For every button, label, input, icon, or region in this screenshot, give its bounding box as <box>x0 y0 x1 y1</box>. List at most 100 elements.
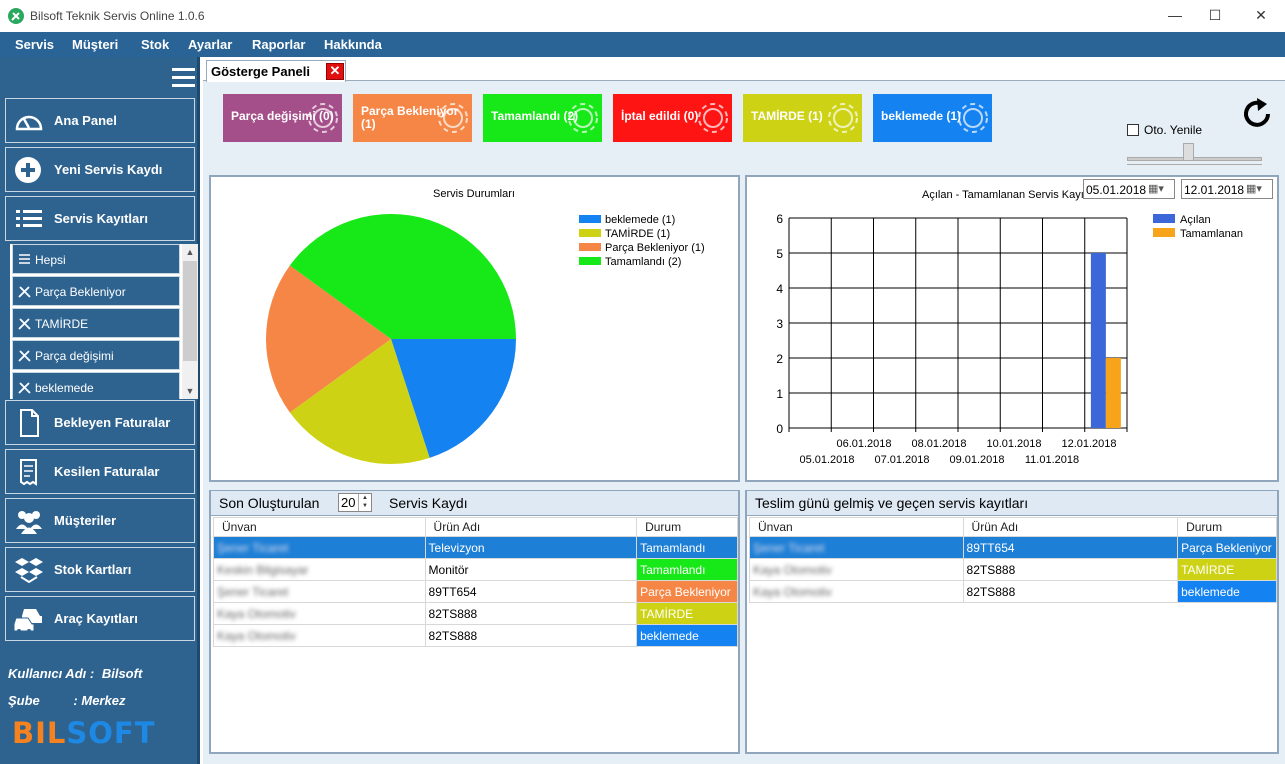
filter-tamirde[interactable]: TAMİRDE <box>12 308 180 338</box>
table-row[interactable]: Keskin Bilgisayar Monitör Tamamlandı <box>213 558 738 581</box>
nav-label: Araç Kayıtları <box>54 611 138 626</box>
nav-musteriler[interactable]: Müşteriler <box>5 498 195 543</box>
menu-stok[interactable]: Stok <box>141 37 169 52</box>
hamburger-menu-icon[interactable] <box>172 68 195 88</box>
table-row[interactable]: Kaya Otomotiv 82TS888 TAMİRDE <box>213 602 738 625</box>
date-from-picker[interactable]: 05.01.2018 ▦▾ <box>1083 179 1175 199</box>
status-tile-parca-bekleniyor[interactable]: Parça Bekleniyor (1) <box>353 94 472 142</box>
nav-ana-panel[interactable]: Ana Panel <box>5 98 195 143</box>
menu-hakkinda[interactable]: Hakkında <box>324 37 382 52</box>
cell-name[interactable]: Keskin Bilgisayar <box>213 558 426 581</box>
cell-product[interactable]: 82TS888 <box>424 624 638 647</box>
nav-servis-kayitlari[interactable]: Servis Kayıtları <box>5 196 195 241</box>
cell-status[interactable]: Parça Bekleniyor <box>1177 536 1277 559</box>
tab-gosterge-paneli[interactable]: Gösterge Paneli ✕ <box>206 60 346 82</box>
status-tile-parca-degisimi[interactable]: Parça değişimi (0) <box>223 94 342 142</box>
cell-product[interactable]: 82TS888 <box>424 602 638 625</box>
cell-name[interactable]: Şener Ticaret <box>749 536 964 559</box>
y-tick: 1 <box>776 387 783 401</box>
status-tile-beklemede[interactable]: beklemede (1) <box>873 94 992 142</box>
column-header[interactable]: Ünvan <box>213 517 426 537</box>
nav-yeni-servis-kaydi[interactable]: Yeni Servis Kaydı <box>5 147 195 192</box>
brand-left: BIL <box>12 716 67 750</box>
sidebar: Ana Panel Yeni Servis Kaydı Servis Kayıt… <box>0 57 200 764</box>
nav-kesilen-faturalar[interactable]: Kesilen Faturalar <box>5 449 195 494</box>
nav-stok-kartlari[interactable]: Stok Kartları <box>5 547 195 592</box>
cell-product[interactable]: 89TT654 <box>424 580 638 603</box>
record-count-value: 20 <box>341 495 356 510</box>
menu-servis[interactable]: Servis <box>15 37 54 52</box>
column-header[interactable]: Durum <box>1177 517 1277 537</box>
cell-product[interactable]: Monitör <box>424 558 638 581</box>
cell-name[interactable]: Şener Ticaret <box>213 536 426 559</box>
table-row[interactable]: Kaya Otomotiv 82TS888 beklemede <box>749 580 1277 603</box>
column-header[interactable]: Ünvan <box>749 517 964 537</box>
cell-name[interactable]: Kaya Otomotiv <box>213 624 426 647</box>
column-header[interactable]: Ürün Adı <box>962 517 1179 537</box>
status-tile-tamirde[interactable]: TAMİRDE (1) <box>743 94 862 142</box>
checkbox-box[interactable] <box>1127 124 1139 136</box>
cell-status[interactable]: TAMİRDE <box>636 602 738 625</box>
slider-thumb[interactable] <box>1183 143 1194 161</box>
customer-name: Şener Ticaret <box>753 540 825 555</box>
cell-name[interactable]: Şener Ticaret <box>213 580 426 603</box>
refresh-icon[interactable] <box>1239 96 1275 132</box>
cell-status[interactable]: TAMİRDE <box>1177 558 1277 581</box>
table-row[interactable]: Şener Ticaret 89TT654 Parça Bekleniyor <box>213 580 738 603</box>
slider-ticks <box>1127 164 1262 166</box>
plus-circle-icon <box>15 157 41 183</box>
cell-name[interactable]: Kaya Otomotiv <box>749 580 964 603</box>
column-header[interactable]: Ürün Adı <box>424 517 638 537</box>
column-header[interactable]: Durum <box>636 517 738 537</box>
nav-arac-kayitlari[interactable]: Araç Kayıtları <box>5 596 195 641</box>
close-tab-icon[interactable]: ✕ <box>326 63 344 80</box>
scroll-down-icon[interactable]: ▼ <box>182 383 198 399</box>
overdue-records-table: Ünvan Ürün Adı Durum Şener Ticaret 89TT65… <box>749 517 1277 603</box>
record-count-stepper[interactable]: 20 ▲ ▼ <box>338 493 372 512</box>
table-row[interactable]: Kaya Otomotiv 82TS888 TAMİRDE <box>749 558 1277 581</box>
cell-product[interactable]: 82TS888 <box>962 558 1179 581</box>
recent-title-left: Son Oluşturulan <box>219 495 320 511</box>
cell-name[interactable]: Kaya Otomotiv <box>749 558 964 581</box>
calendar-dropdown-icon[interactable]: ▦▾ <box>1246 182 1262 195</box>
status-tile-iptal-edildi[interactable]: İptal edildi (0) <box>613 94 732 142</box>
cell-status[interactable]: beklemede <box>1177 580 1277 603</box>
table-row[interactable]: Kaya Otomotiv 82TS888 beklemede <box>213 624 738 647</box>
table-row[interactable]: Şener Ticaret Televizyon Tamamlandı <box>213 536 738 559</box>
bar-grid <box>788 217 1128 432</box>
status-tile-tamamlandi[interactable]: Tamamlandı (2) <box>483 94 602 142</box>
close-window-button[interactable]: ✕ <box>1238 0 1284 32</box>
receipt-icon <box>20 459 37 486</box>
refresh-interval-slider[interactable] <box>1127 157 1262 161</box>
scroll-thumb[interactable] <box>183 261 197 361</box>
cell-status[interactable]: Tamamlandı <box>636 536 738 559</box>
date-to-picker[interactable]: 12.01.2018 ▦▾ <box>1181 179 1273 199</box>
menu-ayarlar[interactable]: Ayarlar <box>188 37 232 52</box>
cell-name[interactable]: Kaya Otomotiv <box>213 602 426 625</box>
x-tick: 06.01.2018 <box>836 438 891 450</box>
legend-swatch-beklemede <box>579 215 601 223</box>
nav-bekleyen-faturalar[interactable]: Bekleyen Faturalar <box>5 400 195 445</box>
maximize-button[interactable]: ☐ <box>1192 0 1238 32</box>
table-row[interactable]: Şener Ticaret 89TT654 Parça Bekleniyor <box>749 536 1277 559</box>
menu-musteri[interactable]: Müşteri <box>72 37 118 52</box>
filter-beklemede[interactable]: beklemede <box>12 372 180 399</box>
cell-product[interactable]: 82TS888 <box>962 580 1179 603</box>
filter-parca-bekleniyor[interactable]: Parça Bekleniyor <box>12 276 180 306</box>
scroll-up-icon[interactable]: ▲ <box>182 244 198 260</box>
bar-marks <box>1090 253 1121 428</box>
calendar-dropdown-icon[interactable]: ▦▾ <box>1148 182 1164 195</box>
stepper-arrows-icon[interactable]: ▲ ▼ <box>358 494 371 511</box>
cell-status[interactable]: Tamamlandı <box>636 558 738 581</box>
cell-product[interactable]: 89TT654 <box>962 536 1179 559</box>
filter-scrollbar[interactable]: ▲ ▼ <box>182 244 198 399</box>
overdue-records-header: Teslim günü gelmiş ve geçen servis kayıt… <box>747 491 1277 516</box>
auto-refresh-checkbox[interactable]: Oto. Yenile <box>1127 123 1202 137</box>
status-tile-label: Parça Bekleniyor (1) <box>361 104 459 131</box>
filter-parca-degisimi[interactable]: Parça değişimi <box>12 340 180 370</box>
cell-status[interactable]: Parça Bekleniyor <box>636 580 738 603</box>
cell-status[interactable]: beklemede <box>636 624 738 647</box>
menu-raporlar[interactable]: Raporlar <box>252 37 305 52</box>
cell-product[interactable]: Televizyon <box>424 536 638 559</box>
filter-hepsi[interactable]: Hepsi <box>12 244 180 274</box>
